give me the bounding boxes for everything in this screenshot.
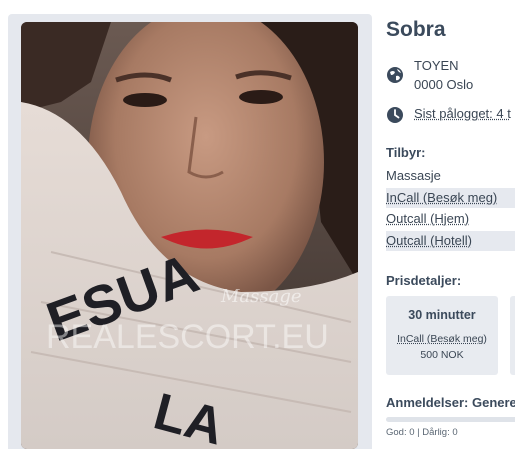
offers-title: Tilbyr: — [386, 145, 426, 160]
price-type-link[interactable]: InCall (Besøk meg) — [386, 333, 498, 345]
reviews-title: Anmeldelser: Generell — [386, 395, 515, 410]
clock-icon — [387, 107, 403, 123]
offer-item-outcall-home[interactable]: Outcall (Hjem) — [386, 209, 515, 229]
globe-icon — [387, 67, 403, 83]
reviews-summary: God: 0 | Dårlig: 0 — [386, 427, 458, 438]
price-card: 30 minutter InCall (Besøk meg) 500 NOK — [386, 296, 498, 375]
reviews-bar — [386, 417, 515, 422]
location-district: TOYEN — [414, 58, 459, 73]
price-card-partial — [510, 296, 515, 375]
last-online-link[interactable]: Sist pålogget: 4 t — [414, 106, 511, 121]
price-amount: 500 NOK — [420, 349, 464, 361]
offer-item-outcall-hotel[interactable]: Outcall (Hotell) — [386, 231, 515, 251]
location-city: 0000 Oslo — [414, 77, 474, 92]
offer-item-incall[interactable]: InCall (Besøk meg) — [386, 188, 515, 208]
prices-title: Prisdetaljer: — [386, 273, 462, 288]
profile-info-panel: Sobra TOYEN 0000 Oslo Sist pålogget: 4 t… — [386, 0, 515, 449]
watermark-script: Massage — [220, 286, 302, 307]
profile-photo-image: ESUA LA Massage REALESCORT.EU — [21, 22, 358, 449]
profile-photo[interactable]: ESUA LA Massage REALESCORT.EU — [21, 22, 358, 449]
price-duration: 30 minutter — [408, 308, 476, 322]
profile-name: Sobra — [386, 18, 446, 41]
offer-item: Massasje — [386, 168, 441, 183]
watermark-site: REALESCORT.EU — [46, 318, 329, 356]
location-text: TOYEN 0000 Oslo — [414, 56, 473, 94]
